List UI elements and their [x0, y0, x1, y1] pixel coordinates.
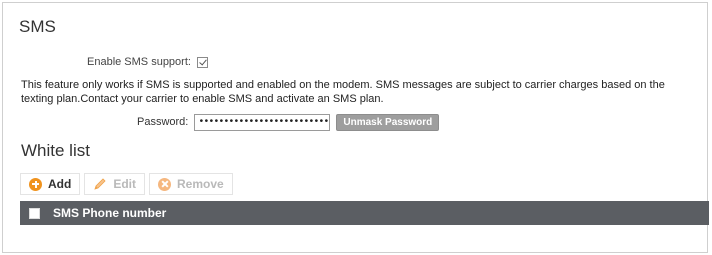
password-label: Password:: [137, 116, 189, 128]
sms-info-text: This feature only works if SMS is suppor…: [21, 79, 665, 105]
add-icon: [29, 177, 42, 191]
enable-sms-label: Enable SMS support:: [87, 56, 191, 68]
remove-icon: [158, 177, 171, 191]
remove-button[interactable]: Remove: [149, 173, 233, 195]
enable-sms-checkbox[interactable]: [196, 56, 208, 68]
select-all-checkbox[interactable]: [29, 207, 40, 219]
edit-button[interactable]: Edit: [84, 173, 145, 195]
sms-section-title: SMS: [19, 17, 56, 36]
column-header-sms-phone-number[interactable]: SMS Phone number: [53, 206, 166, 220]
add-button[interactable]: Add: [20, 173, 81, 195]
edit-button-label: Edit: [113, 177, 136, 191]
unmask-password-button[interactable]: Unmask Password: [336, 113, 440, 131]
white-list-toolbar: Add Edit Remove: [20, 173, 233, 195]
password-input[interactable]: ••••••••••••••••••••••••••••••••••: [194, 113, 331, 131]
checkmark-icon: [199, 57, 207, 65]
pencil-icon: [94, 178, 106, 190]
remove-button-label: Remove: [177, 177, 224, 191]
white-list-table-header: SMS Phone number: [20, 201, 709, 225]
enable-sms-row: Enable SMS support:: [87, 55, 208, 69]
sms-panel: SMS Enable SMS support: This feature onl…: [2, 2, 709, 253]
password-row: Password: ••••••••••••••••••••••••••••••…: [137, 113, 440, 131]
add-button-label: Add: [48, 177, 72, 191]
white-list-title: White list: [21, 141, 90, 160]
